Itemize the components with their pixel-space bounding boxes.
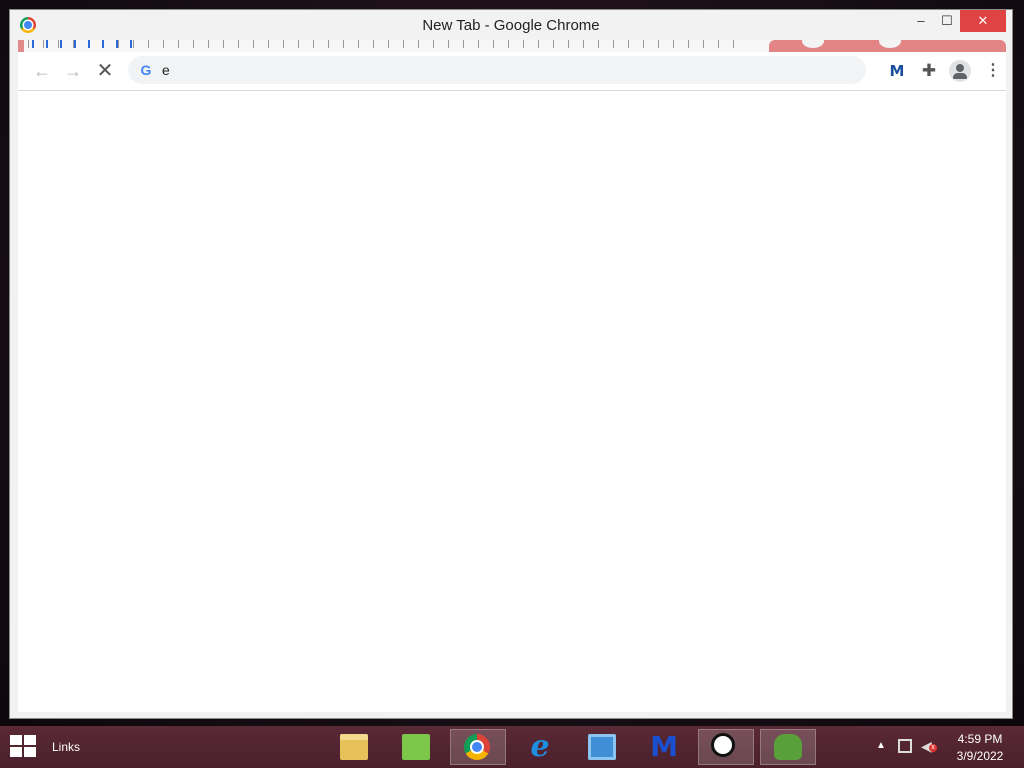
tab-strip-marks <box>32 40 132 48</box>
control-panel-icon <box>588 734 616 760</box>
stop-loading-button[interactable]: ✕ <box>93 60 117 82</box>
address-bar[interactable]: G e <box>128 56 866 84</box>
address-bar-input[interactable]: e <box>162 62 170 78</box>
chrome-menu-icon[interactable]: ⋮ <box>982 61 1004 81</box>
title-bar[interactable]: New Tab - Google Chrome – ☐ ✕ <box>10 10 1012 40</box>
taskbar-malwarebytes[interactable]: M <box>636 729 692 765</box>
window-title: New Tab - Google Chrome <box>422 17 600 34</box>
frog-app-icon <box>774 734 802 760</box>
taskbar-cursor-tool[interactable] <box>698 729 754 765</box>
cursor-tool-icon <box>711 733 735 757</box>
close-button[interactable]: ✕ <box>960 10 1006 32</box>
start-button[interactable] <box>10 735 38 759</box>
taskbar-frog-app[interactable] <box>760 729 816 765</box>
tab-strip-edge <box>18 40 24 52</box>
windows-logo-tile <box>10 735 22 745</box>
google-icon: G <box>140 62 152 78</box>
browser-toolbar: ← → ✕ G e M ✚ ⋮ <box>18 52 1006 91</box>
links-toolbar[interactable]: Links <box>52 740 80 754</box>
page-content <box>18 91 1006 712</box>
tab-strip-ticks <box>28 40 748 48</box>
forward-button[interactable]: → <box>61 60 85 82</box>
volume-muted-icon: x <box>929 744 937 752</box>
taskbar-notepad-plus-plus[interactable] <box>388 729 444 765</box>
show-hidden-icons-icon[interactable]: ▲ <box>876 740 886 751</box>
chrome-window: New Tab - Google Chrome – ☐ ✕ ← → ✕ G e … <box>10 10 1012 718</box>
clock-time[interactable]: 4:59 PM <box>950 732 1010 746</box>
tab-dot <box>802 40 824 48</box>
active-tab[interactable] <box>769 40 1006 52</box>
chrome-icon <box>464 734 490 760</box>
taskbar-google-chrome[interactable] <box>450 729 506 765</box>
taskbar: Links e M ▲ ◀ x 4:59 PM 3/9/2022 <box>0 726 1024 768</box>
internet-explorer-icon: e <box>530 729 550 764</box>
tab-dot <box>879 40 901 48</box>
extensions-puzzle-icon[interactable]: ✚ <box>918 61 940 81</box>
windows-logo-tile <box>24 747 36 757</box>
malwarebytes-extension-icon[interactable]: M <box>886 61 908 81</box>
taskbar-file-explorer[interactable] <box>326 729 382 765</box>
clock-date[interactable]: 3/9/2022 <box>950 749 1010 763</box>
notepad-plus-plus-icon <box>402 734 430 760</box>
network-icon[interactable] <box>898 739 912 753</box>
windows-logo-tile <box>10 747 22 757</box>
malwarebytes-icon: M <box>650 730 678 763</box>
tab-strip[interactable] <box>18 40 1006 52</box>
back-button[interactable]: ← <box>30 60 54 82</box>
file-explorer-icon <box>340 734 368 760</box>
windows-logo-tile <box>24 735 36 745</box>
profile-avatar-icon[interactable] <box>949 60 971 82</box>
taskbar-control-panel[interactable] <box>574 729 630 765</box>
taskbar-internet-explorer[interactable]: e <box>512 729 568 765</box>
